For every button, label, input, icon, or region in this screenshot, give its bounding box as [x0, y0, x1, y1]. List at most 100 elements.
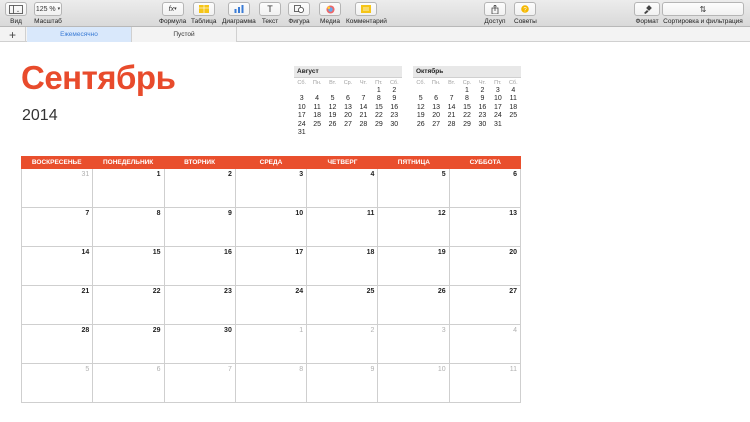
shape-tool[interactable]: Фигура — [288, 2, 310, 25]
day-cell[interactable]: 7 — [22, 208, 94, 247]
day-cell[interactable]: 9 — [307, 364, 379, 403]
mini-weekday-label: Пт. — [375, 80, 383, 86]
format-tool[interactable]: Формат — [634, 2, 660, 25]
day-number: 5 — [85, 366, 90, 373]
day-cell[interactable]: 3 — [378, 325, 450, 364]
day-cell[interactable]: 4 — [307, 169, 379, 208]
day-cell[interactable]: 8 — [235, 364, 308, 403]
day-cell[interactable]: 10 — [235, 208, 308, 247]
day-number: 2 — [227, 171, 232, 178]
text-icon[interactable]: T — [259, 2, 281, 16]
media-icon[interactable] — [319, 2, 341, 16]
media-tool[interactable]: Медиа — [319, 2, 341, 25]
mini-day-cell: 18 — [313, 112, 322, 120]
day-cell[interactable]: 12 — [378, 208, 450, 247]
day-cell[interactable]: 7 — [164, 364, 236, 403]
day-cell[interactable]: 18 — [307, 247, 379, 286]
chart-icon[interactable] — [227, 2, 250, 16]
day-cell[interactable]: 21 — [22, 286, 94, 325]
day-cell[interactable]: 3 — [235, 169, 308, 208]
mini-day-cell: 6 — [346, 95, 350, 103]
day-cell[interactable]: 14 — [22, 247, 94, 286]
tab-empty[interactable]: Пустой — [132, 27, 237, 42]
day-cell[interactable]: 5 — [22, 364, 94, 403]
day-number: 28 — [81, 327, 90, 334]
day-cell[interactable]: 4 — [449, 325, 521, 364]
table-icon[interactable] — [192, 2, 215, 16]
tips-tool[interactable]: ? Советы — [514, 2, 537, 25]
mini-day-cell: 11 — [509, 95, 517, 103]
mini-calendar-title: Октябрь — [413, 66, 521, 78]
day-number: 18 — [366, 249, 375, 256]
day-cell[interactable]: 29 — [93, 325, 165, 364]
day-cell[interactable]: 26 — [378, 286, 450, 325]
day-cell[interactable]: 13 — [449, 208, 521, 247]
mini-day-cell: 14 — [359, 103, 368, 111]
format-brush-icon[interactable] — [634, 2, 660, 16]
sidebar-icon[interactable]: ⌄ — [5, 2, 27, 16]
formula-tool[interactable]: fx ▾ Формула — [159, 2, 186, 25]
view-tool[interactable]: ⌄ Вид — [5, 2, 27, 25]
shape-icon[interactable] — [288, 2, 310, 16]
mini-day-cell: 15 — [374, 103, 383, 111]
share-tool[interactable]: Доступ — [484, 2, 506, 25]
day-cell[interactable]: 19 — [378, 247, 450, 286]
share-icon[interactable] — [484, 2, 506, 16]
month-calendar-table[interactable]: ВОСКРЕСЕНЬЕ ПОНЕДЕЛЬНИК ВТОРНИК СРЕДА ЧЕТВЕР… — [21, 156, 521, 403]
mini-day-cell: 24 — [297, 120, 306, 128]
day-cell[interactable]: 10 — [378, 364, 450, 403]
day-cell[interactable]: 25 — [307, 286, 379, 325]
chart-tool[interactable]: Диаграмма — [222, 2, 256, 25]
day-cell[interactable]: 2 — [164, 169, 236, 208]
day-cell[interactable]: 6 — [449, 169, 521, 208]
sort-tool[interactable]: ⇅ Сортировка и фильтрация — [662, 2, 744, 25]
mini-day-cell — [356, 87, 371, 95]
day-cell[interactable]: 22 — [93, 286, 165, 325]
day-cell[interactable]: 9 — [164, 208, 236, 247]
table-label: Таблица — [191, 18, 217, 25]
day-cell[interactable]: 11 — [449, 364, 521, 403]
weekday-header-cell: ЧЕТВЕРГ — [327, 159, 358, 166]
day-number: 9 — [227, 210, 232, 217]
day-cell[interactable]: 16 — [164, 247, 236, 286]
day-cell[interactable]: 15 — [93, 247, 165, 286]
day-cell[interactable]: 23 — [164, 286, 236, 325]
day-cell[interactable]: 20 — [449, 247, 521, 286]
mini-day-cell: 8 — [465, 95, 469, 103]
mini-day-cell — [444, 87, 459, 95]
day-number: 6 — [513, 171, 517, 178]
day-cell[interactable]: 8 — [93, 208, 165, 247]
mini-calendar-grid: Сб. Пн. Вт. Ср. Чт. Пт. Сб. 1 2 3 4 5 6 7 8 9 10 11 12 13 14… — [294, 79, 402, 137]
day-cell[interactable]: 17 — [235, 247, 308, 286]
day-cell[interactable]: 28 — [22, 325, 94, 364]
comment-icon[interactable] — [355, 2, 378, 16]
day-cell[interactable]: 1 — [235, 325, 308, 364]
plus-icon[interactable]: + — [0, 27, 26, 42]
day-cell[interactable]: 30 — [164, 325, 236, 364]
day-cell[interactable]: 1 — [93, 169, 165, 208]
day-cell[interactable]: 31 — [22, 169, 94, 208]
day-number: 30 — [224, 327, 232, 334]
text-tool[interactable]: T Текст — [259, 2, 281, 25]
format-label: Формат — [635, 18, 659, 25]
zoom-select[interactable]: 125 % ▾ — [34, 2, 62, 16]
tips-icon[interactable]: ? — [514, 2, 537, 16]
day-number: 20 — [509, 249, 517, 256]
day-cell[interactable]: 11 — [307, 208, 379, 247]
day-cell[interactable]: 5 — [378, 169, 450, 208]
day-cell[interactable]: 6 — [93, 364, 165, 403]
mini-day-cell: 22 — [463, 112, 471, 120]
day-number: 3 — [441, 327, 446, 334]
day-cell[interactable]: 2 — [307, 325, 379, 364]
day-number: 8 — [299, 366, 304, 373]
tab-monthly[interactable]: Ежемесячно — [27, 27, 132, 42]
sort-icon[interactable]: ⇅ — [662, 2, 744, 16]
zoom-tool[interactable]: 125 % ▾ Масштаб — [34, 2, 62, 25]
fx-icon[interactable]: fx ▾ — [161, 2, 184, 16]
mini-day-cell: 13 — [344, 103, 352, 111]
comment-tool[interactable]: Комментарий — [346, 2, 387, 25]
table-tool[interactable]: Таблица — [191, 2, 217, 25]
day-cell[interactable]: 27 — [449, 286, 521, 325]
day-number: 19 — [437, 249, 446, 256]
day-cell[interactable]: 24 — [235, 286, 308, 325]
